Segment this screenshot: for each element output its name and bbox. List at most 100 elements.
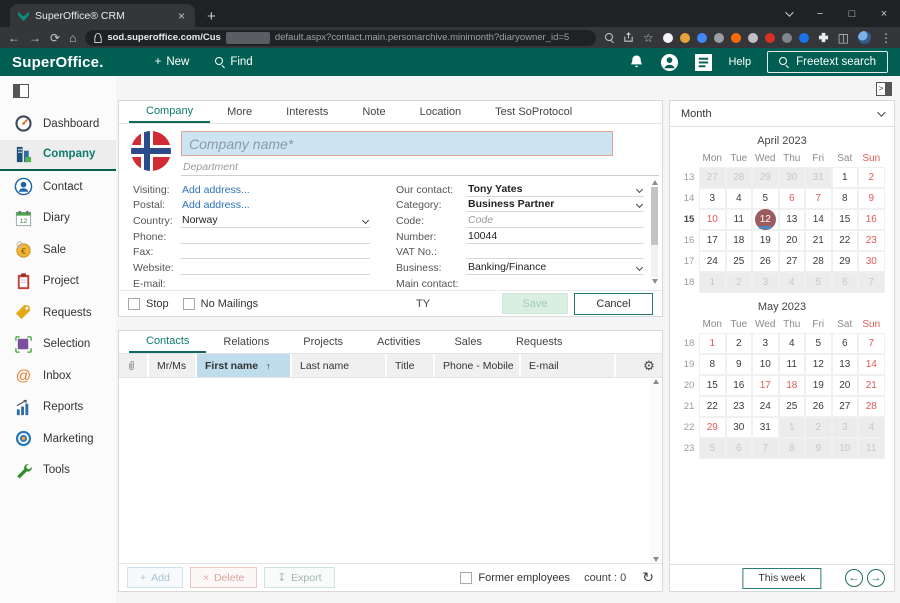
calendar-day[interactable]: 7 (858, 333, 885, 354)
sidebar-item-diary[interactable]: 12Diary (0, 203, 116, 235)
calendar-day[interactable]: 25 (779, 396, 806, 417)
scroll-down-icon[interactable] (653, 557, 659, 562)
calendar-day[interactable]: 22 (699, 396, 726, 417)
business-select[interactable]: Banking/Finance (466, 261, 644, 275)
panel-expand-icon[interactable]: > (876, 82, 892, 96)
calendar-day[interactable]: 6 (832, 333, 859, 354)
number-input[interactable] (468, 230, 642, 242)
refresh-icon[interactable]: ↻ (642, 569, 654, 586)
calendar-day[interactable]: 7 (858, 272, 885, 293)
calendar-day[interactable]: 23 (858, 230, 885, 251)
delete-button[interactable]: ×Delete (190, 567, 258, 588)
column-header-mr-ms[interactable]: Mr/Ms (149, 354, 197, 377)
our-contact-select[interactable]: Tony Yates (466, 183, 644, 197)
country-select[interactable]: Norway (180, 214, 370, 228)
e-mail-input[interactable] (182, 277, 368, 289)
calendar-day[interactable]: 18 (779, 375, 806, 396)
calendar-day[interactable]: 6 (779, 188, 806, 209)
scroll-down-icon[interactable] (652, 279, 658, 284)
calendar-day[interactable]: 1 (699, 333, 726, 354)
code-input[interactable] (468, 214, 642, 226)
browser-tab[interactable]: SuperOffice® CRM × (10, 4, 195, 27)
calendar-day[interactable]: 2 (726, 272, 753, 293)
browser-menu-icon[interactable]: ⋮ (880, 32, 892, 44)
calendar-day[interactable]: 3 (699, 188, 726, 209)
calendar-day[interactable]: 7 (752, 438, 779, 459)
calendar-view-selector[interactable]: Month (670, 101, 894, 127)
calendar-day[interactable]: 31 (805, 167, 832, 188)
new-tab-button[interactable]: + (207, 9, 216, 24)
calendar-day[interactable]: 1 (779, 417, 806, 438)
calendar-day[interactable]: 11 (858, 438, 885, 459)
window-chevron-icon[interactable] (772, 0, 804, 27)
calendar-day[interactable]: 1 (699, 272, 726, 293)
calendar-day[interactable]: 28 (805, 251, 832, 272)
calendar-day[interactable]: 27 (779, 251, 806, 272)
find-button[interactable]: Find (202, 48, 265, 76)
calendar-day[interactable]: 8 (779, 438, 806, 459)
calendar-day[interactable]: 3 (832, 417, 859, 438)
calendar-day[interactable]: 17 (752, 375, 779, 396)
sidebar-toggle-icon[interactable] (13, 84, 29, 98)
add-address-link[interactable]: Add address... (180, 184, 370, 197)
extensions-puzzle-icon[interactable] (818, 32, 829, 43)
column-header-attachment[interactable] (119, 354, 149, 377)
calendar-day[interactable]: 28 (726, 167, 753, 188)
calendar-day[interactable]: 7 (805, 188, 832, 209)
share-icon[interactable] (623, 32, 634, 43)
scroll-up-icon[interactable] (653, 379, 659, 384)
calendar-day[interactable]: 14 (805, 209, 832, 230)
calendar-day[interactable]: 27 (699, 167, 726, 188)
archive-tab-projects[interactable]: Projects (286, 331, 360, 353)
sidebar-item-contact[interactable]: Contact (0, 171, 116, 203)
calendar-day[interactable]: 21 (805, 230, 832, 251)
sidebar-item-project[interactable]: Project (0, 266, 116, 298)
archive-tab-requests[interactable]: Requests (499, 331, 579, 353)
help-link[interactable]: Help (728, 56, 751, 68)
calendar-day[interactable]: 29 (752, 167, 779, 188)
calendar-day[interactable]: 20 (832, 375, 859, 396)
table-scrollbar[interactable] (650, 379, 661, 562)
calendar-day[interactable]: 20 (779, 230, 806, 251)
window-minimize-button[interactable]: − (804, 0, 836, 27)
extension-icon[interactable] (782, 33, 792, 43)
calendar-day[interactable]: 26 (805, 396, 832, 417)
calendar-day[interactable]: 5 (752, 188, 779, 209)
calendar-day[interactable]: 12 (752, 209, 779, 230)
bookmark-star-icon[interactable]: ☆ (643, 32, 654, 44)
calendar-day[interactable]: 10 (699, 209, 726, 230)
profile-avatar[interactable] (858, 31, 871, 44)
next-week-icon[interactable]: → (867, 569, 885, 587)
calendar-day[interactable]: 30 (858, 251, 885, 272)
tab-note[interactable]: Note (345, 101, 402, 123)
this-week-button[interactable]: This week (742, 568, 821, 589)
calendar-day[interactable]: 24 (699, 251, 726, 272)
form-scrollbar[interactable] (650, 180, 659, 284)
column-header-last-name[interactable]: Last name (292, 354, 387, 377)
calendar-day[interactable]: 21 (858, 375, 885, 396)
save-button[interactable]: Save (502, 293, 568, 314)
sidebar-item-dashboard[interactable]: Dashboard (0, 108, 116, 140)
sidebar-item-inbox[interactable]: @Inbox (0, 360, 116, 392)
company-name-input[interactable] (181, 131, 613, 156)
back-icon[interactable]: ← (8, 32, 20, 44)
calendar-day[interactable]: 27 (832, 396, 859, 417)
former-employees-checkbox[interactable] (460, 572, 472, 584)
sidebar-item-tools[interactable]: Tools (0, 455, 116, 487)
tab-interests[interactable]: Interests (269, 101, 345, 123)
sidebar-item-requests[interactable]: Requests (0, 297, 116, 329)
export-button[interactable]: ↧Export (264, 567, 334, 588)
calendar-day[interactable]: 5 (699, 438, 726, 459)
calendar-day[interactable]: 25 (726, 251, 753, 272)
window-maximize-button[interactable]: □ (836, 0, 868, 27)
calendar-day[interactable]: 23 (726, 396, 753, 417)
calendar-day[interactable]: 22 (832, 230, 859, 251)
calendar-day[interactable]: 2 (858, 167, 885, 188)
notifications-bell-icon[interactable] (629, 54, 644, 70)
extension-icon[interactable] (697, 33, 707, 43)
zoom-icon[interactable] (605, 33, 614, 42)
calendar-day[interactable]: 5 (805, 272, 832, 293)
window-close-button[interactable]: × (868, 0, 900, 27)
calendar-day[interactable]: 9 (805, 438, 832, 459)
department-input[interactable] (181, 159, 659, 176)
